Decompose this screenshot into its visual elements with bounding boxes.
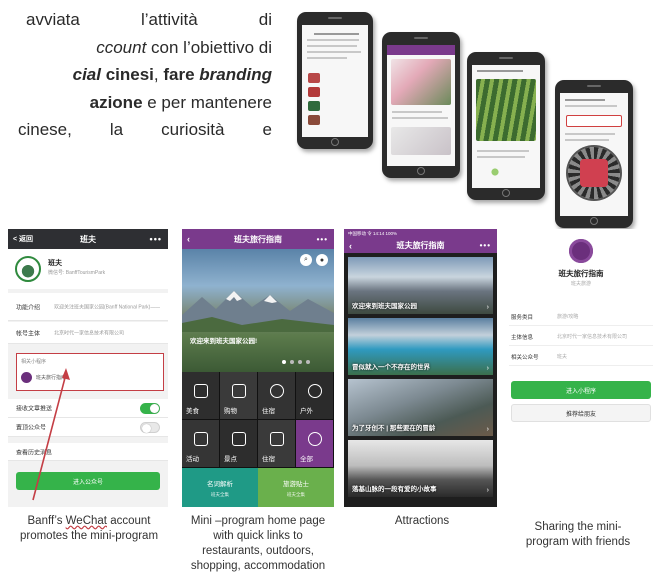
profile-icon[interactable]: ● — [316, 254, 328, 266]
toggle-row-pin: 置顶公众号 — [8, 418, 168, 437]
tab-glossary[interactable]: 名词解析 班夫全集 — [182, 468, 258, 507]
attraction-title: 落基山脉的一段有爱的小故事 — [352, 486, 437, 493]
miniprogram-logo — [569, 239, 593, 263]
related-miniprogram-highlight[interactable]: 相关小程序 班夫旅行指南 — [16, 353, 164, 391]
attractions-navbar: ‹ 班夫旅行指南 ••• — [344, 238, 497, 253]
wechat-navbar: < 返回 班夫 ••• — [8, 229, 168, 249]
chevron-right-icon: › — [486, 304, 489, 311]
miniprogram-subtitle: 班夫旅游 — [570, 281, 591, 287]
phone-mockup-qrcode — [555, 80, 633, 228]
quick-link-activity[interactable]: 活动 — [182, 420, 220, 468]
quick-link-grid: 美食 购物 住宿 户外 活动 景点 住宿 全部 — [182, 372, 334, 468]
miniprogram-name: 班夫旅行指南 — [36, 375, 67, 381]
miniprogram-home-screenshot: ‹ 班夫旅行指南 ••• ⌕ ● 欢迎来到班夫国家公园! 美食 购物 住宿 户外… — [182, 229, 334, 507]
info-row-account[interactable]: 相关公众号 班夫 — [509, 346, 653, 366]
chevron-right-icon: › — [486, 365, 489, 372]
phone-mockup-vineyard — [467, 52, 545, 200]
info-row-entity: 主体信息 北京时代一家信息技术有限公司 — [509, 326, 653, 346]
caption-attractions: Attractions — [394, 515, 450, 527]
related-miniprogram-label: 相关小程序 — [21, 359, 47, 365]
paragraph-line-3: cial cinesi, fare branding — [72, 65, 272, 84]
info-row-intro: 功能介绍欢迎关注班夫国家公园(Banff National Park)——加拿大… — [8, 293, 168, 321]
attractions-title: 班夫旅行指南 — [396, 241, 445, 250]
attraction-title: 冒似就入一个不存在的世界 — [352, 364, 430, 371]
attraction-card[interactable]: 欢迎来到班夫国家公园 › — [348, 257, 493, 314]
account-name: 班夫 — [48, 260, 62, 267]
miniprogram-info-screenshot: 班夫旅行指南 班夫旅游 服务类目 旅游/攻略 主体信息 北京时代一家信息技术有限公司… — [505, 229, 657, 507]
enter-miniprogram-button[interactable]: 进入小程序 — [511, 381, 651, 399]
share-with-friends-button[interactable]: 推荐给朋友 — [511, 404, 651, 422]
back-chevron-icon[interactable]: ‹ — [349, 241, 352, 251]
quick-link-attractions[interactable]: 景点 — [220, 420, 258, 468]
quick-link-shopping[interactable]: 购物 — [220, 372, 258, 420]
italian-paragraph: avviata l’attività di ccount con l’obiet… — [0, 6, 272, 144]
paragraph-line-2: ccount con l’obiettivo di — [96, 37, 272, 57]
search-icon[interactable]: ⌕ — [300, 254, 312, 266]
attraction-title: 欢迎来到班夫国家公园 — [352, 303, 417, 310]
info-row-entity[interactable]: 帐号主体 北京时代一家信息技术有限公司 — [8, 322, 168, 344]
carousel-dots[interactable] — [282, 360, 310, 364]
account-profile: 班夫 微信号: BanffTourismPark — [8, 249, 168, 289]
paragraph-line-5: cinese, la curiosità e — [18, 120, 272, 139]
toggle-row-push: 接收文章推送 — [8, 399, 168, 418]
attraction-card[interactable]: 为了牙创不 | 那些要在的冒龄 › — [348, 379, 493, 436]
info-row-category: 服务类目 旅游/攻略 — [509, 306, 653, 326]
back-button[interactable]: < 返回 — [13, 234, 33, 244]
phone-mockup-blossom — [382, 32, 460, 178]
quick-link-food[interactable]: 美食 — [182, 372, 220, 420]
miniprogram-name: 班夫旅行指南 — [558, 269, 604, 278]
miniprogram-icon — [21, 372, 32, 383]
more-menu-icon[interactable]: ••• — [317, 235, 328, 244]
more-menu-icon[interactable]: ••• — [150, 234, 162, 244]
account-handle: 微信号: BanffTourismPark — [48, 270, 106, 276]
status-bar: 中国移动 令 14:14 100% — [344, 229, 497, 238]
account-title: 班夫 — [80, 234, 96, 244]
paragraph-line-1: avviata l’attività di — [26, 10, 272, 29]
history-row[interactable]: 查看历史消息 — [8, 443, 168, 461]
hero-banner[interactable]: ⌕ ● 欢迎来到班夫国家公园! — [182, 249, 334, 372]
attraction-title: 为了牙创不 | 那些要在的冒龄 — [352, 425, 436, 432]
wechat-account-screenshot: < 返回 班夫 ••• 班夫 微信号: BanffTourismPark 功能介… — [8, 229, 168, 507]
hero-caption: 欢迎来到班夫国家公园! — [190, 338, 258, 345]
attraction-card[interactable]: 冒似就入一个不存在的世界 › — [348, 318, 493, 375]
chevron-right-icon: › — [486, 487, 489, 494]
enter-account-button[interactable]: 进入公众号 — [16, 472, 160, 490]
bottom-tabs: 名词解析 班夫全集 旅游贴士 班夫全集 — [182, 468, 334, 507]
quick-link-outdoor[interactable]: 户外 — [296, 372, 334, 420]
back-chevron-icon[interactable]: ‹ — [187, 234, 190, 244]
tab-travel-tips[interactable]: 旅游贴士 班夫全集 — [258, 468, 334, 507]
quick-link-stay[interactable]: 住宿 — [258, 372, 296, 420]
chevron-right-icon: › — [486, 426, 489, 433]
caption-sharing: Sharing the mini- program with friends — [525, 521, 631, 548]
caption-miniprogram-home: Mini –program home page with quick links… — [190, 515, 326, 572]
quick-link-hotels[interactable]: 住宿 — [258, 420, 296, 468]
attractions-screenshot: 中国移动 令 14:14 100% ‹ 班夫旅行指南 ••• 欢迎来到班夫国家公… — [344, 229, 497, 507]
more-menu-icon[interactable]: ••• — [480, 241, 491, 250]
banff-logo-avatar — [15, 256, 41, 282]
paragraph-line-4: azione e per mantenere — [89, 92, 272, 112]
phone-mockup-article — [297, 12, 373, 149]
attraction-card[interactable]: 落基山脉的一段有爱的小故事 › — [348, 440, 493, 497]
pin-toggle[interactable] — [140, 421, 160, 433]
push-toggle[interactable] — [140, 402, 160, 414]
quick-link-all[interactable]: 全部 — [296, 420, 334, 468]
caption-wechat-account: Banff’s WeChat account promotes the mini… — [19, 515, 159, 542]
mountain-image — [182, 291, 334, 332]
miniprogram-title: 班夫旅行指南 — [234, 234, 282, 244]
miniprogram-navbar: ‹ 班夫旅行指南 ••• — [182, 229, 334, 249]
